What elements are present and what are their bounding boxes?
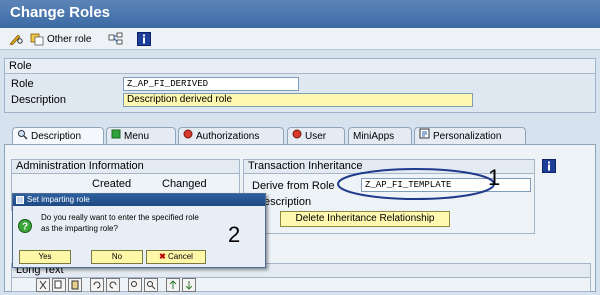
other-role-button[interactable]: Other role [30, 31, 91, 47]
info-button[interactable] [137, 31, 151, 47]
created-label: Created [92, 178, 132, 190]
tab-miniapps[interactable]: MiniApps [348, 127, 412, 144]
dialog-message-line-2: as the imparting role? [41, 224, 118, 233]
tab-menu-label: Menu [124, 130, 150, 142]
magnifier-icon [17, 129, 28, 145]
green-square-icon [111, 129, 121, 144]
tab-user-label: User [305, 130, 327, 142]
tab-miniapps-label: MiniApps [353, 130, 395, 142]
no-button[interactable]: No [91, 250, 143, 264]
cancel-icon: ✖ [159, 252, 166, 261]
pencil-glasses-icon [8, 32, 24, 46]
hierarchy-icon [108, 32, 124, 46]
tab-personalization[interactable]: Personalization [414, 127, 526, 144]
undo-icon[interactable] [90, 278, 104, 295]
red-circle-icon [183, 129, 193, 144]
description-partial-label: escription [264, 196, 312, 208]
dialog-title-bar: Set imparting role [13, 194, 265, 206]
other-role-label: Other role [47, 33, 92, 45]
redo-icon[interactable] [106, 278, 120, 295]
download-icon[interactable] [182, 278, 196, 295]
tab-personalization-label: Personalization [433, 130, 502, 142]
tab-user[interactable]: User [287, 127, 345, 144]
dialog-window-icon [16, 196, 24, 208]
delete-inheritance-button[interactable]: Delete Inheritance Relationship [280, 211, 450, 227]
role-section: Role Role Z_AP_FI_DERIVED Description De… [4, 58, 596, 113]
find-icon[interactable] [128, 278, 142, 295]
tab-description-label: Description [31, 131, 82, 142]
info-icon [137, 32, 151, 46]
copy-icon[interactable] [52, 278, 66, 295]
info-icon [542, 159, 556, 176]
annotation-number-2: 2 [228, 222, 241, 247]
dialog-title: Set imparting role [27, 195, 90, 204]
question-icon: ? [18, 219, 32, 236]
change-display-button[interactable] [8, 31, 24, 47]
tab-description[interactable]: Description [12, 127, 104, 145]
description-label: Description [11, 94, 67, 106]
role-section-header: Role [5, 59, 595, 74]
annotation-ring [337, 168, 495, 200]
description-field[interactable]: Description derived role [123, 93, 473, 107]
role-label: Role [11, 78, 34, 90]
role-field[interactable]: Z_AP_FI_DERIVED [123, 77, 299, 91]
cut-icon[interactable] [36, 278, 50, 295]
svg-text:?: ? [22, 222, 28, 233]
info-button-panel[interactable] [542, 159, 556, 173]
yes-button[interactable]: Yes [19, 250, 71, 264]
set-imparting-role-dialog: Set imparting role ? Do you really want … [12, 193, 266, 268]
long-text-toolbar [36, 278, 196, 295]
tab-authorizations[interactable]: Authorizations [178, 127, 284, 144]
title-bar: Change Roles [0, 0, 600, 28]
upload-icon[interactable] [166, 278, 180, 295]
cancel-button[interactable]: ✖ Cancel [146, 250, 206, 264]
derive-from-role-label: Derive from Role [252, 180, 335, 192]
annotation-number-1: 1 [488, 165, 501, 190]
application-toolbar: Other role [0, 28, 600, 50]
tab-authorizations-label: Authorizations [196, 130, 260, 142]
dialog-message-line-1: Do you really want to enter the specifie… [41, 213, 199, 222]
tab-menu[interactable]: Menu [106, 127, 176, 144]
other-role-icon [30, 32, 44, 46]
hierarchy-button[interactable] [108, 31, 124, 47]
paste-icon[interactable] [68, 278, 82, 295]
page-title: Change Roles [10, 4, 111, 21]
cancel-label: Cancel [168, 252, 193, 261]
changed-label: Changed [162, 178, 207, 190]
personalization-icon [419, 128, 430, 144]
find-next-icon[interactable] [144, 278, 158, 295]
admin-info-header: Administration Information [12, 160, 239, 174]
red-circle-icon [292, 129, 302, 144]
